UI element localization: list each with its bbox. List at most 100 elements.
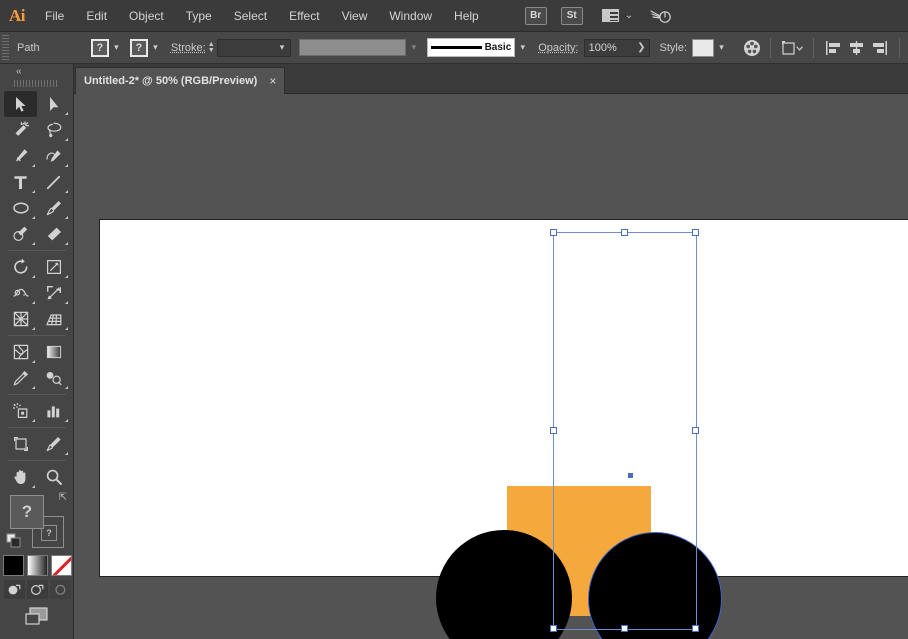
align-right-icon [871,40,888,56]
free-transform-tool[interactable] [37,280,70,306]
gradient-icon[interactable] [27,555,48,576]
arrange-documents-button[interactable]: ⌄ [602,9,633,22]
ellipse-icon [12,200,30,216]
swap-fill-stroke-icon[interactable]: ⇱ [59,492,67,503]
handle-middle-left [550,427,557,434]
symbol-sprayer-icon [12,402,30,420]
align-left-button[interactable] [825,40,842,56]
selection-bounding-box[interactable] [553,232,697,630]
rotate-icon [12,258,30,276]
gradient-icon [45,343,63,361]
opacity-options-icon[interactable]: ❯ [637,42,645,53]
scale-tool[interactable] [37,254,70,280]
opacity-input[interactable]: 100% ❯ [584,39,650,57]
align-horizontal-center-icon [848,40,865,56]
fill-dropdown-chevron-icon[interactable]: ▾ [109,39,124,57]
artboard-tool[interactable] [4,431,37,457]
shaper-tool[interactable] [4,221,37,247]
drawing-mode-buttons [0,580,74,599]
fill-color-swatch[interactable]: ? [91,39,109,57]
slice-tool[interactable] [37,431,70,457]
pen-tool[interactable] [4,143,37,169]
line-segment-tool[interactable] [37,169,70,195]
symbol-sprayer-tool[interactable] [4,398,37,424]
draw-behind-icon[interactable] [27,580,48,599]
default-fill-stroke-icon[interactable] [6,533,22,549]
menu-item-help[interactable]: Help [443,0,490,32]
recolor-artwork-button[interactable] [742,38,762,58]
change-screen-mode-button[interactable] [0,605,74,639]
selection-tool[interactable] [4,91,37,117]
shape-builder-tool[interactable] [4,306,37,332]
draw-normal-icon[interactable] [4,580,25,599]
align-right-button[interactable] [871,40,888,56]
blend-tool[interactable] [37,365,70,391]
handle-middle-right [692,427,699,434]
document-tab-bar: Untitled-2* @ 50% (RGB/Preview) × [0,64,908,94]
menu-item-type[interactable]: Type [175,0,223,32]
mesh-tool[interactable] [4,339,37,365]
none-icon[interactable] [51,555,72,576]
curvature-tool[interactable] [37,143,70,169]
tools-panel-grip[interactable] [14,79,59,88]
width-tool[interactable] [4,280,37,306]
eraser-tool[interactable] [37,221,70,247]
magic-wand-tool[interactable] [4,117,37,143]
scale-icon [45,258,63,276]
lasso-icon [45,121,63,139]
stroke-dropdown-chevron-icon[interactable]: ▾ [148,39,163,57]
brush-definition-dropdown[interactable]: Basic [427,38,515,57]
menu-item-file[interactable]: File [34,0,75,32]
zoom-tool[interactable] [37,464,70,490]
fill-swatch-large[interactable]: ? [10,495,44,529]
draw-inside-icon[interactable] [50,580,71,599]
direct-selection-tool[interactable] [37,91,70,117]
gradient-tool[interactable] [37,339,70,365]
type-tool[interactable] [4,169,37,195]
menu-item-view[interactable]: View [331,0,379,32]
canvas-area[interactable] [74,94,908,639]
direct-selection-arrow-icon [46,96,62,113]
selected-object-type: Path [17,42,91,54]
menu-item-effect[interactable]: Effect [278,0,330,32]
graphic-style-label: Style: [660,42,688,54]
collapse-tools-panel-button[interactable]: « [0,64,73,79]
align-horizontal-center-button[interactable] [848,40,865,56]
stroke-weight-stepper[interactable]: ▲▼ [208,42,215,54]
paintbrush-tool[interactable] [37,195,70,221]
stroke-color-swatch[interactable]: ? [130,39,148,57]
menu-item-window[interactable]: Window [378,0,443,32]
illustrator-window: Ai File Edit Object Type Select Effect V… [0,0,908,639]
menu-item-object[interactable]: Object [118,0,175,32]
artboard[interactable] [99,219,908,577]
type-T-icon [12,174,29,191]
menu-item-edit[interactable]: Edit [75,0,118,32]
graphic-style-swatch[interactable] [692,39,714,57]
color-icon[interactable] [3,555,24,576]
ellipse-tool[interactable] [4,195,37,221]
transform-button[interactable] [779,39,805,57]
brush-definition-chevron-icon[interactable]: ▾ [515,39,530,57]
document-tab[interactable]: Untitled-2* @ 50% (RGB/Preview) × [75,67,285,94]
artboard-icon [12,435,30,453]
free-transform-icon [45,284,63,302]
bridge-button[interactable]: Br [525,7,547,25]
control-bar-grip[interactable] [2,35,9,61]
search-adobe-stock-button[interactable] [649,7,673,25]
graphic-style-chevron-icon[interactable]: ▾ [714,39,729,57]
brush-definition-label: Basic [485,42,512,53]
rotate-tool[interactable] [4,254,37,280]
stock-button[interactable]: St [561,7,583,25]
recolor-artwork-icon [742,38,762,58]
close-icon[interactable]: × [269,74,276,88]
eyedropper-tool[interactable] [4,365,37,391]
hand-tool[interactable] [4,464,37,490]
menu-item-select[interactable]: Select [223,0,278,32]
lasso-tool[interactable] [37,117,70,143]
stroke-weight-input[interactable]: ▾ [217,39,291,57]
stroke-weight-chevron-icon[interactable]: ▾ [275,39,290,57]
variable-width-profile-dropdown[interactable] [299,39,407,56]
slice-knife-icon [45,435,63,453]
column-graph-tool[interactable] [37,398,70,424]
perspective-grid-tool[interactable] [37,306,70,332]
